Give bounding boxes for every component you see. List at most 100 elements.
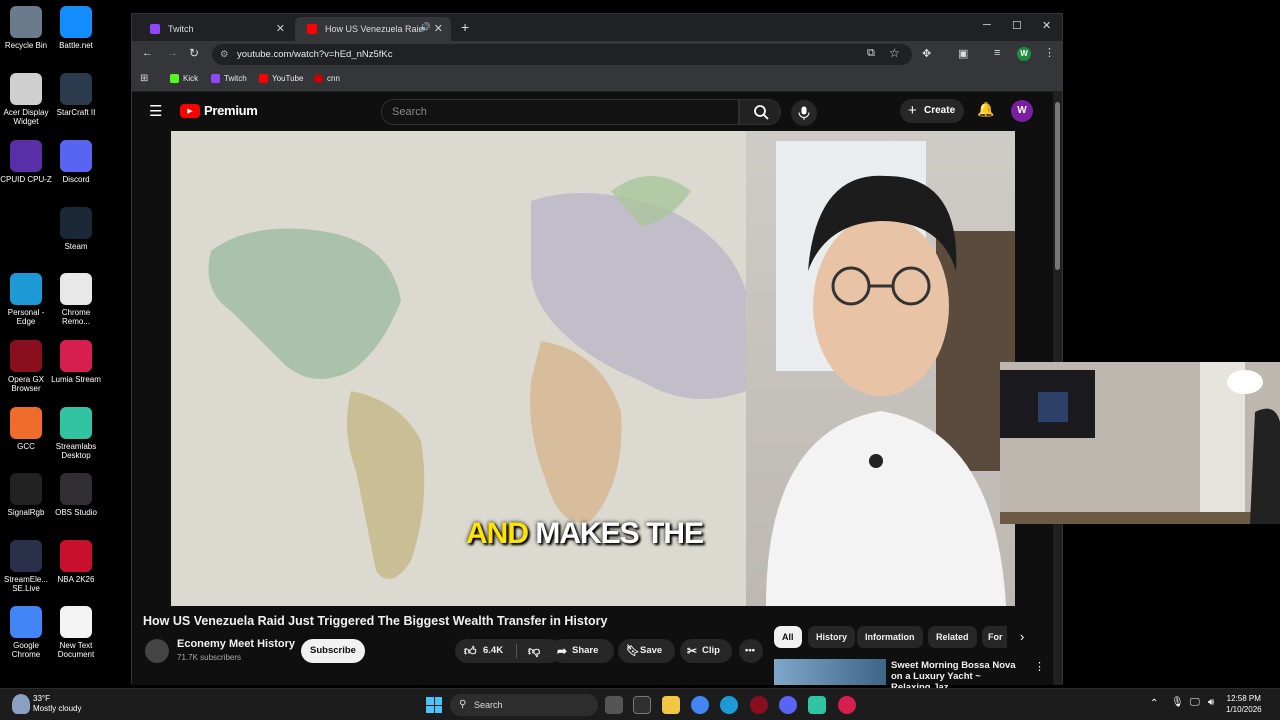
close-tab-icon[interactable]: ✕ bbox=[434, 22, 443, 35]
system-clock[interactable]: 12:58 PM 1/10/2026 bbox=[1226, 693, 1262, 715]
desktop-icon-label: Battle.net bbox=[59, 41, 93, 50]
install-app-icon[interactable]: ⧉ bbox=[867, 47, 875, 60]
subscribe-button[interactable]: Subscribe bbox=[301, 639, 365, 663]
desktop-icon[interactable]: StarCraft II bbox=[50, 73, 102, 117]
bookmark-kick[interactable]: Kick bbox=[170, 74, 198, 83]
maximize-icon[interactable]: ☐ bbox=[1012, 19, 1022, 32]
edge-icon[interactable] bbox=[720, 696, 738, 714]
desktop-icon[interactable]: Google Chrome bbox=[0, 606, 52, 659]
scissors-icon: ✂ bbox=[687, 644, 698, 658]
chip-information[interactable]: Information bbox=[857, 626, 923, 648]
taskbar-search-input[interactable]: ⚲ Search bbox=[450, 694, 598, 716]
thumbs-up-icon[interactable]: 👍︎ bbox=[464, 639, 477, 663]
chip-related[interactable]: Related bbox=[928, 626, 977, 648]
desktop-icon[interactable]: Personal - Edge bbox=[0, 273, 52, 326]
url-field[interactable]: ⚙ youtube.com/watch?v=hEd_nNz5fKc bbox=[212, 44, 912, 65]
back-icon[interactable]: ← bbox=[142, 47, 153, 59]
tab-bar: Twitch ✕ How US Venezuela Raid Ju 🔊 ✕ + … bbox=[132, 14, 1062, 41]
minimize-icon[interactable]: ─ bbox=[983, 19, 991, 31]
chips-next-icon[interactable]: › bbox=[1020, 629, 1024, 644]
forward-icon[interactable]: → bbox=[167, 47, 178, 59]
reload-icon[interactable]: ↻ bbox=[189, 46, 199, 60]
desktop-icon[interactable]: Streamlabs Desktop bbox=[50, 407, 102, 460]
discord-icon[interactable] bbox=[779, 696, 797, 714]
bookmark-twitch[interactable]: Twitch bbox=[211, 74, 247, 83]
chrome-icon[interactable] bbox=[691, 696, 709, 714]
channel-name[interactable]: Econemy Meet History bbox=[177, 638, 295, 650]
show-hidden-icons-icon[interactable]: ⌃ bbox=[1150, 698, 1158, 709]
desktop-icon[interactable]: StreamEle... SE.Live bbox=[0, 540, 52, 593]
opera-gx-icon[interactable] bbox=[750, 696, 768, 714]
more-actions-button[interactable]: ••• bbox=[739, 639, 763, 663]
chip-all[interactable]: All bbox=[774, 626, 802, 648]
start-button-icon[interactable] bbox=[426, 697, 442, 713]
recommendation-menu-icon[interactable]: ⋮ bbox=[1034, 660, 1045, 673]
presenter-graphic bbox=[766, 141, 1015, 606]
voice-search-button[interactable] bbox=[791, 100, 817, 126]
desktop-icon[interactable]: OBS Studio bbox=[50, 473, 102, 517]
chip-history[interactable]: History bbox=[808, 626, 856, 648]
site-info-icon[interactable]: ⚙ bbox=[220, 44, 229, 65]
desktop-icon[interactable]: Lumia Stream bbox=[50, 340, 102, 384]
weather-icon[interactable] bbox=[12, 694, 30, 714]
subscriber-count: 71.7K subscribers bbox=[177, 653, 242, 662]
recommendation-thumbnail[interactable] bbox=[774, 659, 886, 685]
clip-button[interactable]: ✂ Clip bbox=[680, 639, 732, 663]
desktop-icon[interactable]: GCC bbox=[0, 407, 52, 451]
share-button[interactable]: ➦ Share bbox=[550, 639, 614, 663]
cnn-icon bbox=[314, 74, 323, 83]
create-button[interactable]: + Create bbox=[900, 99, 964, 123]
search-button[interactable] bbox=[739, 99, 781, 125]
file-explorer-icon[interactable] bbox=[662, 696, 680, 714]
chip-for-you[interactable]: For bbox=[982, 626, 1007, 648]
new-tab-icon[interactable]: + bbox=[461, 19, 469, 35]
menu-kebab-icon[interactable]: ⋮ bbox=[1044, 46, 1055, 59]
video-player[interactable]: AND MAKES THE bbox=[171, 131, 1015, 606]
thumbs-down-icon[interactable]: 👎︎ bbox=[528, 639, 540, 663]
hamburger-menu-icon[interactable]: ☰ bbox=[149, 102, 162, 120]
desktop-icon[interactable]: New Text Document bbox=[50, 606, 102, 659]
desktop-icon[interactable]: Acer Display Widget bbox=[0, 73, 52, 126]
desktop-icon[interactable]: SignalRgb bbox=[0, 473, 52, 517]
desktop-icon[interactable]: Battle.net bbox=[50, 6, 102, 50]
lumia-stream-icon[interactable] bbox=[838, 696, 856, 714]
apps-grid-icon[interactable]: ⊞ bbox=[140, 73, 148, 84]
audio-playing-icon[interactable]: 🔊 bbox=[420, 22, 431, 33]
bookmark-star-icon[interactable]: ☆ bbox=[889, 46, 900, 60]
desktop-icon[interactable]: Discord bbox=[50, 140, 102, 184]
presenter-frame bbox=[746, 131, 1015, 606]
tab-twitch[interactable]: Twitch ✕ bbox=[138, 17, 293, 41]
extensions-icon[interactable]: ✥ bbox=[922, 47, 931, 60]
task-view-icon[interactable] bbox=[605, 696, 623, 714]
weather-widget[interactable]: 33°F Mostly cloudy bbox=[33, 694, 81, 714]
tab-youtube-video[interactable]: How US Venezuela Raid Ju 🔊 ✕ bbox=[295, 17, 451, 41]
split-view-icon[interactable]: ▣ bbox=[958, 47, 968, 60]
desktop-icon[interactable]: NBA 2K26 bbox=[50, 540, 102, 584]
desktop-icon[interactable]: CPUID CPU-Z bbox=[0, 140, 52, 184]
youtube-premium-logo[interactable]: ▶ Premium bbox=[180, 103, 258, 118]
desktop-icon[interactable]: Steam bbox=[50, 207, 102, 251]
streamlabs-icon[interactable] bbox=[808, 696, 826, 714]
network-icon[interactable]: 🖵 bbox=[1190, 697, 1200, 708]
widgets-icon[interactable] bbox=[633, 696, 651, 714]
desktop-icon[interactable]: Recycle Bin bbox=[0, 6, 52, 50]
like-count[interactable]: 6.4K bbox=[483, 645, 503, 656]
twitch-icon bbox=[150, 24, 160, 34]
desktop-icon[interactable]: Opera GX Browser bbox=[0, 340, 52, 393]
search-input[interactable]: Search bbox=[381, 99, 739, 125]
bookmark-cnn[interactable]: cnn bbox=[314, 74, 340, 83]
close-tab-icon[interactable]: ✕ bbox=[276, 22, 285, 35]
channel-avatar[interactable] bbox=[145, 639, 169, 663]
save-button[interactable]: 🔖︎ Save bbox=[618, 639, 675, 663]
media-controls-icon[interactable]: ≡ bbox=[994, 47, 1000, 59]
profile-avatar[interactable]: W bbox=[1017, 47, 1031, 61]
desktop-icon-label: SignalRgb bbox=[7, 508, 45, 517]
close-window-icon[interactable]: ✕ bbox=[1042, 19, 1051, 32]
scrollbar-thumb[interactable] bbox=[1055, 102, 1060, 270]
bookmark-youtube[interactable]: YouTube bbox=[259, 74, 303, 83]
microphone-icon[interactable]: 🎙︎ bbox=[1171, 697, 1184, 708]
volume-icon[interactable]: 🔊︎ bbox=[1208, 697, 1214, 708]
notifications-bell-icon[interactable]: 🔔 bbox=[977, 101, 994, 118]
desktop-icon[interactable]: Chrome Remo... bbox=[50, 273, 102, 326]
account-avatar[interactable]: W bbox=[1011, 100, 1033, 122]
